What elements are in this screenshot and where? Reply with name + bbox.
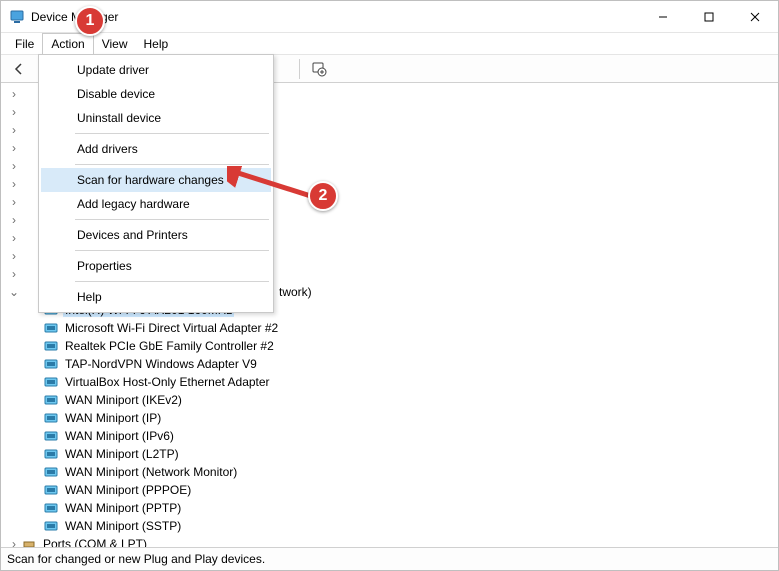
network-adapter-icon (43, 464, 59, 480)
menu-item-uninstall-device[interactable]: Uninstall device (41, 106, 271, 130)
menu-item-add-drivers[interactable]: Add drivers (41, 137, 271, 161)
tree-device-row[interactable]: WAN Miniport (IP) (25, 409, 778, 427)
network-adapter-icon (43, 410, 59, 426)
annotation-badge-1: 1 (75, 6, 105, 36)
menu-separator (75, 133, 269, 134)
network-adapter-list: Intel(R) Wi-Fi 6 AX201 160MHzMicrosoft W… (25, 301, 778, 535)
network-adapter-icon (43, 374, 59, 390)
chevron-right-icon[interactable]: › (7, 177, 21, 191)
chevron-right-icon[interactable]: › (7, 231, 21, 245)
tree-device-label: TAP-NordVPN Windows Adapter V9 (63, 357, 259, 371)
menubar: File Action View Help (1, 33, 778, 55)
window-controls (640, 1, 778, 33)
tree-device-label: VirtualBox Host-Only Ethernet Adapter (63, 375, 272, 389)
menu-item-disable-device[interactable]: Disable device (41, 82, 271, 106)
menu-separator (75, 281, 269, 282)
tree-device-label: WAN Miniport (IPv6) (63, 429, 176, 443)
tree-device-row[interactable]: VirtualBox Host-Only Ethernet Adapter (25, 373, 778, 391)
chevron-right-icon[interactable]: › (7, 195, 21, 209)
maximize-button[interactable] (686, 1, 732, 33)
menu-action[interactable]: Action (42, 33, 93, 54)
network-adapter-icon (43, 446, 59, 462)
tree-device-row[interactable]: Microsoft Wi-Fi Direct Virtual Adapter #… (25, 319, 778, 337)
tree-device-label: WAN Miniport (IKEv2) (63, 393, 184, 407)
network-adapter-icon (43, 320, 59, 336)
chevron-right-icon[interactable]: › (7, 267, 21, 281)
menu-file[interactable]: File (7, 33, 42, 54)
menu-item-properties[interactable]: Properties (41, 254, 271, 278)
chevron-right-icon[interactable]: › (7, 123, 21, 137)
tree-device-row[interactable]: Realtek PCIe GbE Family Controller #2 (25, 337, 778, 355)
tree-device-label: WAN Miniport (Network Monitor) (63, 465, 239, 479)
statusbar-text: Scan for changed or new Plug and Play de… (7, 552, 265, 566)
tree-device-label: WAN Miniport (PPTP) (63, 501, 183, 515)
chevron-down-icon[interactable]: ⌄ (7, 285, 21, 299)
tree-device-label: WAN Miniport (PPPOE) (63, 483, 193, 497)
network-adapter-icon (43, 338, 59, 354)
network-adapter-icon (43, 518, 59, 534)
chevron-right-icon[interactable]: › (7, 141, 21, 155)
chevron-right-icon[interactable]: › (7, 87, 21, 101)
tree-device-label: Microsoft Wi-Fi Direct Virtual Adapter #… (63, 321, 280, 335)
tree-device-label: WAN Miniport (L2TP) (63, 447, 181, 461)
chevron-right-icon[interactable]: › (7, 213, 21, 227)
menu-item-update-driver[interactable]: Update driver (41, 58, 271, 82)
tree-device-label: WAN Miniport (SSTP) (63, 519, 183, 533)
close-button[interactable] (732, 1, 778, 33)
tree-category-label: Ports (COM & LPT) (41, 537, 149, 547)
tree-device-row[interactable]: WAN Miniport (Network Monitor) (25, 463, 778, 481)
tree-device-row[interactable]: WAN Miniport (SSTP) (25, 517, 778, 535)
network-adapter-icon (43, 482, 59, 498)
chevron-right-icon[interactable]: › (7, 159, 21, 173)
titlebar: Device Manager (1, 1, 778, 33)
chevron-right-icon[interactable]: › (7, 249, 21, 263)
chevron-right-icon[interactable]: › (7, 537, 21, 547)
menu-item-devices-and-printers[interactable]: Devices and Printers (41, 223, 271, 247)
window-frame: Device Manager File Action View Help (0, 0, 779, 571)
tree-device-row[interactable]: WAN Miniport (PPTP) (25, 499, 778, 517)
network-adapter-icon (43, 500, 59, 516)
tree-device-row[interactable]: WAN Miniport (IKEv2) (25, 391, 778, 409)
statusbar: Scan for changed or new Plug and Play de… (1, 548, 778, 570)
menu-view[interactable]: View (94, 33, 136, 54)
menu-help[interactable]: Help (136, 33, 177, 54)
tree-device-row[interactable]: WAN Miniport (L2TP) (25, 445, 778, 463)
annotation-badge-2: 2 (308, 181, 338, 211)
tree-device-row[interactable]: TAP-NordVPN Windows Adapter V9 (25, 355, 778, 373)
toolbar-scan-hardware-button[interactable] (307, 58, 331, 80)
toolbar-back-button[interactable] (7, 58, 31, 80)
tree-device-row[interactable]: WAN Miniport (IPv6) (25, 427, 778, 445)
chevron-right-icon[interactable]: › (7, 105, 21, 119)
menu-item-help[interactable]: Help (41, 285, 271, 309)
network-adapter-icon (43, 356, 59, 372)
device-manager-icon (9, 9, 25, 25)
tree-category-ports[interactable]: › Ports (COM & LPT) (7, 535, 778, 547)
tree-device-row[interactable]: WAN Miniport (PPPOE) (25, 481, 778, 499)
toolbar-separator-2 (299, 59, 300, 79)
network-adapter-icon (43, 428, 59, 444)
tree-category-label-tail: twork) (277, 285, 314, 299)
network-adapter-icon (43, 392, 59, 408)
menu-separator (75, 219, 269, 220)
menu-separator (75, 164, 269, 165)
tree-device-label: Realtek PCIe GbE Family Controller #2 (63, 339, 276, 353)
minimize-button[interactable] (640, 1, 686, 33)
ports-icon (21, 536, 37, 547)
tree-device-label: WAN Miniport (IP) (63, 411, 163, 425)
menu-separator (75, 250, 269, 251)
